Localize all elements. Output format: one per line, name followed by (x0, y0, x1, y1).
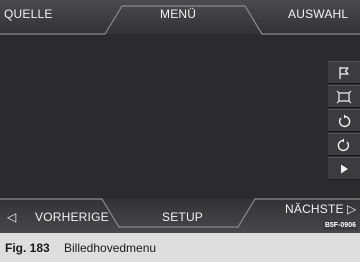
right-arrow-icon: ▷ (347, 202, 357, 216)
tab-menu-label: MENÜ (160, 7, 197, 21)
bar-shapes (0, 0, 360, 233)
rotate-right-button[interactable] (328, 133, 360, 156)
play-icon (338, 163, 350, 175)
tab-vorherige[interactable]: ◁ VORHERIGE (0, 201, 110, 233)
flag-button[interactable] (328, 61, 360, 84)
tab-quelle-label: QUELLE (4, 7, 53, 21)
display-screen: QUELLE MENÜ AUSWAHL ◁ VORHERIGE SETUP NÄ… (0, 0, 360, 233)
rotate-left-icon (337, 114, 351, 128)
figure-caption: Fig. 183 Billedhovedmenu (0, 233, 360, 262)
tab-setup[interactable]: SETUP (119, 201, 238, 233)
tab-auswahl[interactable]: AUSWAHL (262, 0, 360, 32)
figure-title: Billedhovedmenu (64, 241, 157, 255)
tab-auswahl-label: AUSWAHL (288, 7, 349, 21)
tab-quelle[interactable]: QUELLE (0, 0, 112, 32)
side-toolbar (328, 61, 360, 183)
rotate-right-icon (337, 138, 351, 152)
tab-naechste-label: NÄCHSTE (285, 202, 344, 216)
tab-menu[interactable]: MENÜ (122, 0, 245, 32)
tab-setup-label: SETUP (162, 210, 204, 224)
flag-icon (337, 66, 351, 80)
tab-naechste[interactable]: NÄCHSTE ▷ (255, 201, 360, 221)
left-arrow-icon: ◁ (7, 210, 17, 224)
figure-number: Fig. 183 (5, 241, 50, 255)
rotate-left-button[interactable] (328, 109, 360, 132)
fit-frame-icon (336, 90, 352, 104)
image-code: B5F-0906 (322, 221, 358, 230)
tab-vorherige-label: VORHERIGE (35, 210, 109, 224)
play-button[interactable] (328, 157, 360, 180)
fit-frame-button[interactable] (328, 85, 360, 108)
